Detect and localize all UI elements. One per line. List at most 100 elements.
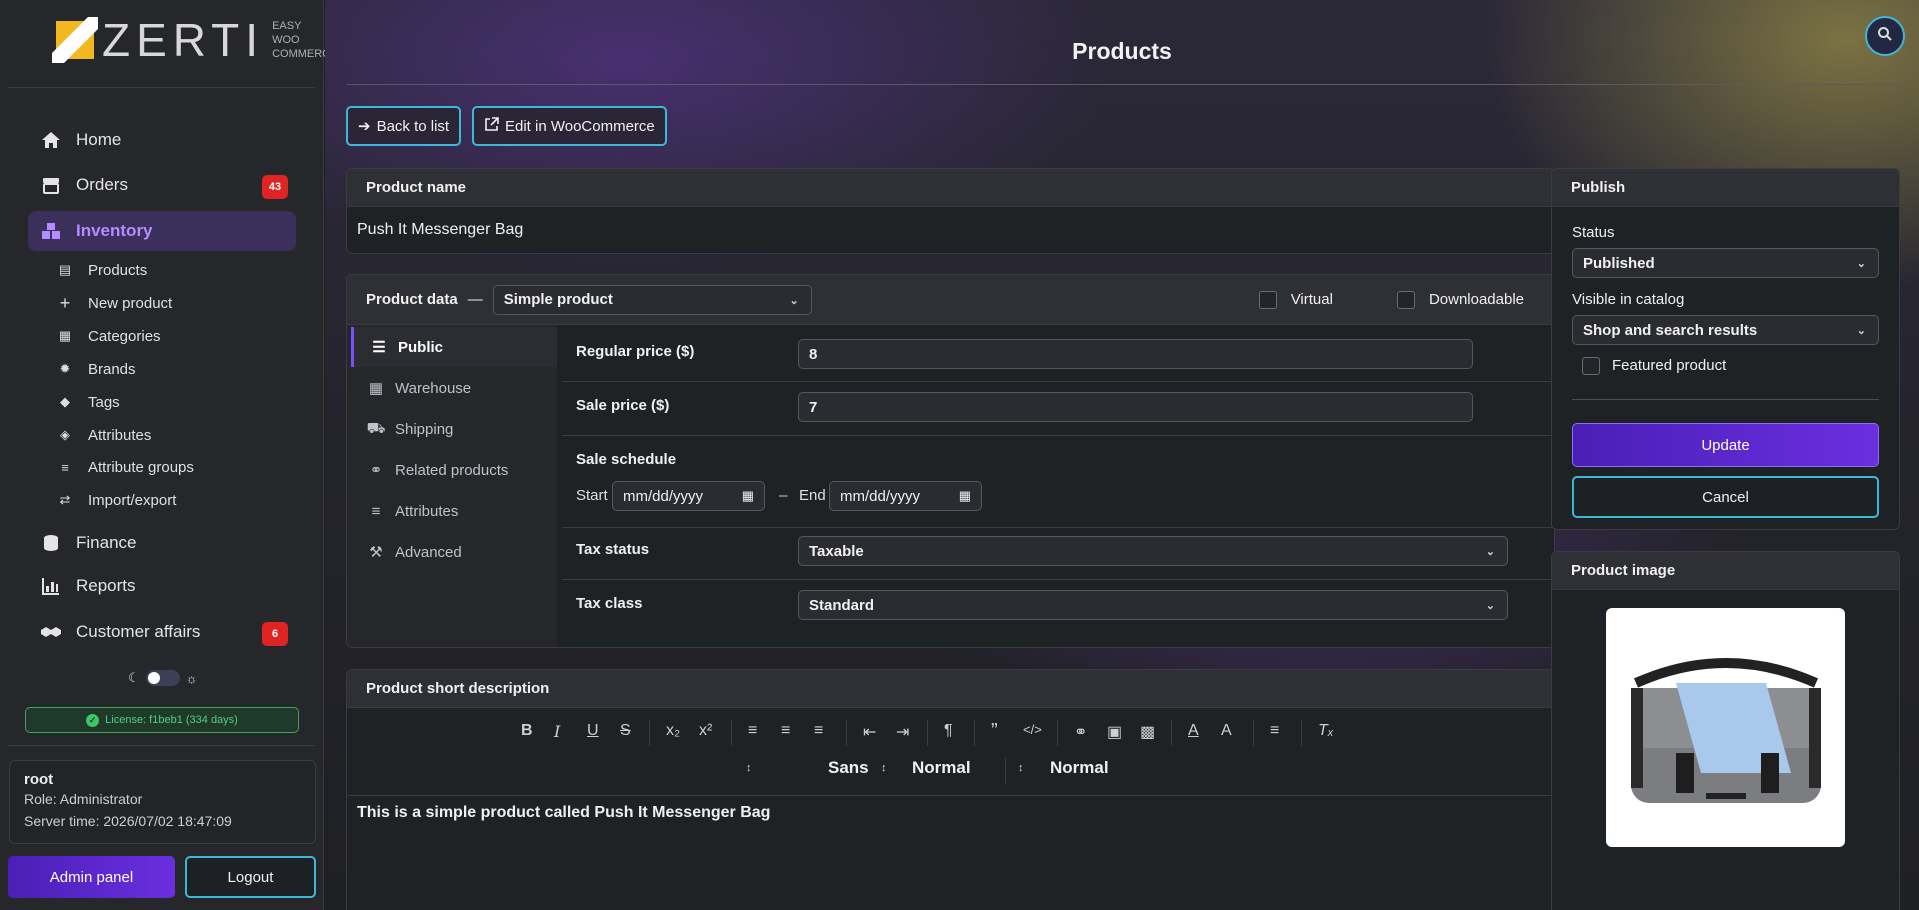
video-icon[interactable]: ▩ (1140, 722, 1155, 742)
edit-in-woocommerce-button[interactable]: Edit in WooCommerce (472, 106, 667, 146)
date-placeholder: mm/dd/yyyy (840, 487, 921, 505)
divider (1572, 399, 1879, 400)
separator-dash: — (467, 291, 483, 308)
sidebar-item-finance[interactable]: Finance (28, 523, 296, 563)
divider (8, 745, 315, 746)
clear-format-icon[interactable]: Tₓ (1318, 722, 1334, 740)
tab-advanced[interactable]: ⚒ Advanced (351, 532, 557, 572)
background-color-icon[interactable]: A (1221, 722, 1232, 740)
theme-switch[interactable] (145, 670, 180, 686)
date-placeholder: mm/dd/yyyy (623, 487, 704, 505)
tax-class-value: Standard (809, 596, 875, 614)
heading-select[interactable]: Normal (1050, 758, 1109, 778)
divider (562, 435, 1554, 436)
sidebar-item-orders[interactable]: Orders 43 (28, 165, 296, 205)
sort-icon: ↕ (746, 762, 752, 774)
sidebar-subitem-attributes[interactable]: ◈ Attributes (56, 421, 151, 449)
indent-icon[interactable]: ⇥ (896, 722, 909, 742)
home-icon (40, 129, 62, 151)
ordered-list-icon[interactable]: ≡ (748, 722, 757, 740)
virtual-label: Virtual (1290, 291, 1333, 308)
text-direction-icon[interactable]: ¶ (944, 722, 953, 740)
sale-end-date-input[interactable]: mm/dd/yyyy ▦ (829, 481, 982, 511)
back-to-list-button[interactable]: ➔ Back to list (346, 106, 462, 146)
product-name-input[interactable]: Push It Messenger Bag (347, 207, 1554, 253)
strikethrough-icon[interactable]: S (620, 722, 631, 740)
tab-warehouse[interactable]: ▦ Warehouse (351, 368, 557, 408)
plus-icon: + (59, 292, 71, 313)
outdent-icon[interactable]: ⇤ (863, 722, 876, 742)
tab-public[interactable]: ☰ Public (351, 327, 557, 367)
font-size-select[interactable]: Normal (912, 758, 971, 778)
italic-icon[interactable]: I (554, 722, 560, 741)
sidebar-item-home[interactable]: Home (28, 120, 296, 160)
sidebar-subitem-label: Categories (88, 327, 161, 345)
image-icon[interactable]: ▣ (1107, 722, 1122, 742)
align-icon[interactable]: ≡ (1270, 722, 1279, 740)
sidebar-subitem-brands[interactable]: ✹ Brands (56, 355, 136, 383)
tab-shipping[interactable]: ⛟ Shipping (351, 409, 557, 449)
theme-toggle[interactable]: ☾ ☼ (128, 670, 198, 686)
underline-icon[interactable]: U (587, 722, 599, 740)
sidebar-item-customer-affairs[interactable]: Customer affairs 6 (28, 612, 296, 652)
sidebar-subitem-import-export[interactable]: ⇄ Import/export (56, 486, 177, 514)
divider (562, 381, 1554, 382)
search-button[interactable] (1865, 16, 1905, 56)
update-button[interactable]: Update (1572, 423, 1879, 467)
sidebar-subitem-label: Brands (88, 360, 136, 378)
link-icon: ⚭ (369, 462, 383, 479)
status-select[interactable]: Published ⌄ (1572, 248, 1879, 278)
external-link-icon (484, 116, 499, 136)
sidebar-item-reports[interactable]: Reports (28, 566, 296, 606)
divider (1005, 758, 1006, 784)
cancel-button[interactable]: Cancel (1572, 476, 1879, 518)
editor-toolbar: B I U S x₂ x² ≡ ≡ ≡ ⇤ ⇥ ¶ ” </> ⚭ ▣ ▩ A … (347, 708, 1554, 796)
brand-logo[interactable]: ZERTI EASY WOO COMMERCE (52, 14, 337, 66)
checklist-icon[interactable]: ≡ (814, 722, 823, 740)
sidebar-item-label: Inventory (76, 221, 153, 240)
logout-button[interactable]: Logout (185, 856, 316, 898)
layers-icon: ≡ (61, 459, 69, 475)
short-description-editor[interactable]: This is a simple product called Push It … (347, 796, 1554, 830)
start-label: Start (576, 487, 608, 504)
sidebar-item-label: Reports (76, 576, 136, 595)
sidebar-subitem-attribute-groups[interactable]: ≡ Attribute groups (56, 453, 194, 481)
virtual-checkbox[interactable] (1258, 290, 1277, 309)
sidebar-subitem-new-product[interactable]: + New product (56, 289, 172, 317)
sidebar-subitem-products[interactable]: ▤ Products (56, 256, 147, 284)
tab-label: Attributes (395, 502, 459, 520)
product-name-panel: Product name Push It Messenger Bag (346, 168, 1555, 254)
tax-class-select[interactable]: Standard ⌄ (798, 590, 1508, 620)
code-icon[interactable]: </> (1023, 722, 1042, 737)
product-type-select[interactable]: Simple product ⌄ (492, 284, 812, 315)
tab-attributes[interactable]: ≡ Attributes (351, 491, 557, 531)
sidebar-subitem-categories[interactable]: ▦ Categories (56, 322, 161, 350)
product-image[interactable] (1606, 608, 1845, 847)
sale-start-date-input[interactable]: mm/dd/yyyy ▦ (612, 481, 765, 511)
sidebar-item-inventory[interactable]: Inventory (28, 211, 296, 251)
user-info: root Role: Administrator Server time: 20… (9, 760, 316, 844)
link-icon[interactable]: ⚭ (1074, 722, 1087, 742)
tab-related-products[interactable]: ⚭ Related products (351, 450, 557, 490)
visibility-select[interactable]: Shop and search results ⌄ (1572, 315, 1879, 345)
subscript-icon[interactable]: x₂ (666, 722, 680, 740)
text-color-icon[interactable]: A (1188, 722, 1199, 740)
downloadable-label: Downloadable (1428, 291, 1525, 308)
divider (1171, 720, 1172, 746)
font-family-select[interactable]: Sans (828, 758, 869, 778)
downloadable-checkbox[interactable] (1396, 290, 1415, 309)
tax-status-select[interactable]: Taxable ⌄ (798, 536, 1508, 566)
featured-product-checkbox[interactable] (1582, 357, 1600, 375)
sidebar-subitem-label: Tags (88, 393, 120, 411)
blockquote-icon[interactable]: ” (991, 720, 998, 743)
sidebar-subitem-tags[interactable]: ◆ Tags (56, 388, 120, 416)
admin-panel-button[interactable]: Admin panel (8, 856, 175, 898)
bullet-list-icon[interactable]: ≡ (781, 722, 790, 740)
sidebar: ZERTI EASY WOO COMMERCE Home Orders 43 I… (0, 0, 337, 910)
superscript-icon[interactable]: x² (699, 722, 712, 740)
chevron-down-icon: ⌄ (789, 294, 799, 307)
sale-price-input[interactable]: 7 (798, 392, 1473, 422)
bold-icon[interactable]: B (521, 722, 533, 740)
regular-price-input[interactable]: 8 (798, 339, 1473, 369)
panel-title: Product data (366, 291, 458, 308)
